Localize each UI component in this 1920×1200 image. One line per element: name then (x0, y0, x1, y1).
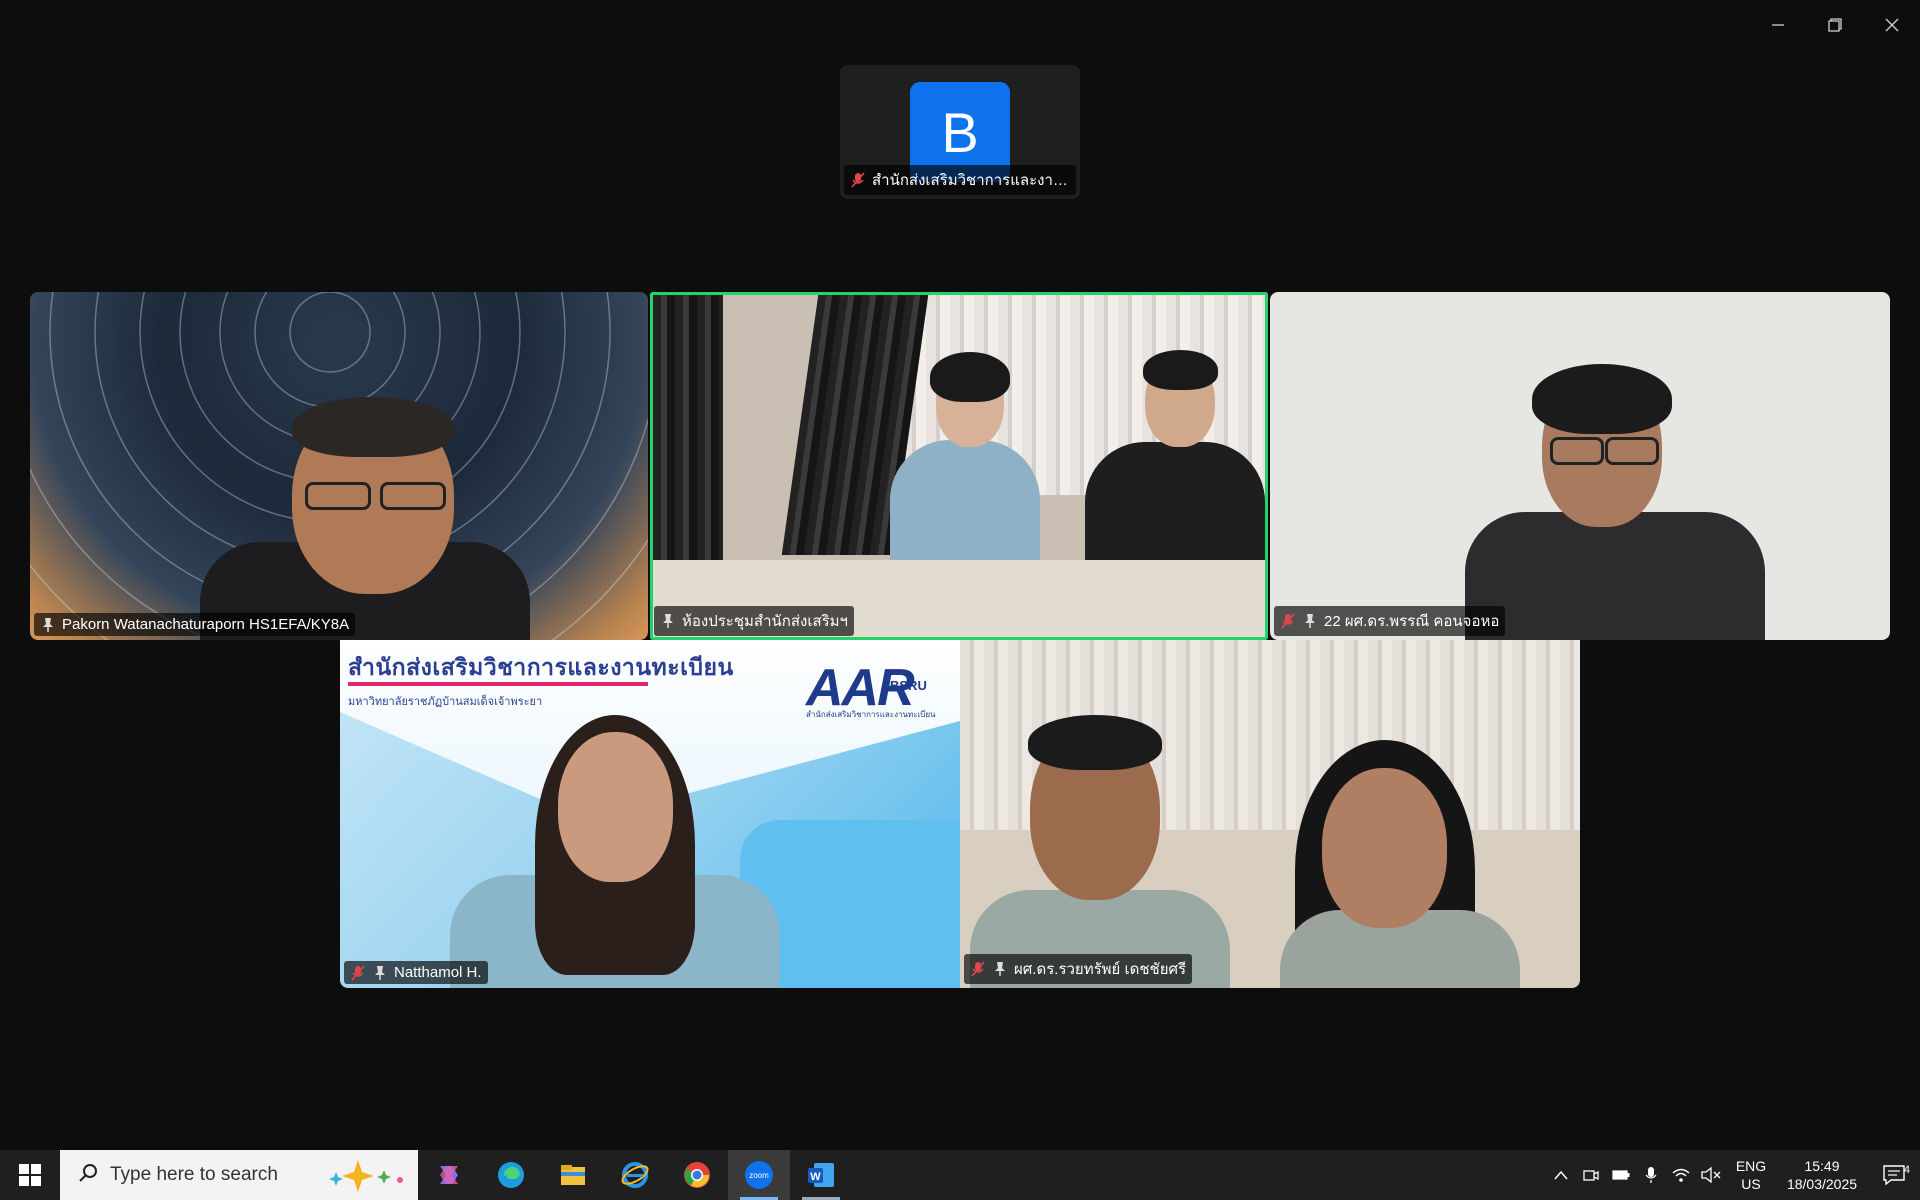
network-button[interactable] (1666, 1167, 1696, 1183)
sparkle-icon (328, 1158, 408, 1197)
zoom-button[interactable]: zoom (728, 1150, 790, 1200)
system-tray: ENG US 15:49 18/03/2025 4 (1546, 1150, 1920, 1200)
edge-icon (498, 1162, 524, 1188)
pin-icon (992, 961, 1008, 977)
pin-icon (1302, 613, 1318, 629)
clock-date: 18/03/2025 (1786, 1176, 1858, 1192)
search-icon (78, 1163, 98, 1188)
file-explorer-icon (561, 1165, 585, 1185)
notifications-button[interactable]: 4 (1868, 1164, 1920, 1185)
participant-name-tag: สำนักส่งเสริมวิชาการและงานทะเบี... (844, 165, 1076, 195)
banner-underline (348, 682, 648, 686)
participant-name: Natthamol H. (394, 964, 482, 981)
participant-tile-top[interactable]: B สำนักส่งเสริมวิชาการและงานทะเบี... (840, 65, 1080, 199)
minimize-icon (1771, 24, 1784, 26)
internet-explorer-icon (621, 1162, 649, 1188)
video-tile-4[interactable]: สำนักส่งเสริมวิชาการและงานทะเบียน มหาวิท… (340, 640, 960, 988)
meet-now-button[interactable] (1576, 1168, 1606, 1182)
participant-name-tag: 22 ผศ.ดร.พรรณี คอนจอหอ (1274, 606, 1506, 636)
participant-name-tag: ห้องประชุมสำนักส่งเสริมฯ (654, 606, 854, 636)
wifi-icon (1672, 1168, 1690, 1182)
chrome-icon (684, 1162, 710, 1188)
banner-subtitle: มหาวิทยาลัยราชภัฏบ้านสมเด็จเจ้าพระยา (348, 696, 543, 708)
svg-text:W: W (810, 1171, 821, 1183)
video-tile-2-active-speaker[interactable]: ห้องประชุมสำนักส่งเสริมฯ (650, 292, 1268, 640)
restore-button[interactable] (1806, 0, 1863, 50)
microphone-icon (1645, 1167, 1657, 1183)
start-button[interactable] (0, 1150, 60, 1200)
clock-time: 15:49 (1804, 1158, 1840, 1174)
aar-logo-sub: BSRU (890, 678, 927, 693)
word-icon: W (808, 1163, 834, 1187)
pin-icon (372, 965, 388, 981)
participant-name: ห้องประชุมสำนักส่งเสริมฯ (682, 613, 848, 630)
clock[interactable]: 15:49 18/03/2025 (1776, 1157, 1868, 1193)
video-tile-5[interactable]: ผศ.ดร.รวยทรัพย์ เดชชัยศรี (960, 640, 1580, 988)
close-icon (1885, 18, 1898, 32)
speaker-muted-icon (1701, 1167, 1721, 1183)
region-code: US (1741, 1176, 1761, 1192)
chrome-button[interactable] (666, 1150, 728, 1200)
svg-text:zoom: zoom (749, 1171, 769, 1180)
participant-name-tag: ผศ.ดร.รวยทรัพย์ เดชชัยศรี (964, 954, 1193, 984)
chevron-up-icon (1554, 1170, 1568, 1180)
participant-name-tag: Natthamol H. (344, 961, 488, 984)
input-language[interactable]: ENG US (1726, 1157, 1776, 1193)
video-tile-3[interactable]: 22 ผศ.ดร.พรรณี คอนจอหอ (1270, 292, 1890, 640)
participant-name-tag: Pakorn Watanachaturaporn HS1EFA/KY8A (34, 613, 356, 636)
battery-icon (1612, 1170, 1630, 1180)
participant-name: ผศ.ดร.รวยทรัพย์ เดชชัยศรี (1014, 961, 1187, 978)
banner-title: สำนักส่งเสริมวิชาการและงานทะเบียน (348, 654, 734, 680)
volume-button[interactable] (1696, 1167, 1726, 1183)
pin-icon (40, 617, 56, 633)
search-placeholder: Type here to search (110, 1164, 278, 1185)
edge-button[interactable] (480, 1150, 542, 1200)
show-hidden-icons-button[interactable] (1546, 1170, 1576, 1180)
close-button[interactable] (1863, 0, 1920, 50)
muted-mic-icon (1280, 613, 1296, 629)
windows-icon (19, 1164, 41, 1186)
taskbar: Type here to search zoom W ENG US 15:49 … (0, 1150, 1920, 1200)
microphone-button[interactable] (1636, 1166, 1666, 1184)
camera-icon (1583, 1170, 1599, 1181)
participant-name: สำนักส่งเสริมวิชาการและงานทะเบี... (872, 172, 1070, 189)
battery-button[interactable] (1606, 1169, 1636, 1181)
language-code: ENG (1735, 1158, 1767, 1174)
pin-icon (660, 613, 676, 629)
word-button[interactable]: W (790, 1150, 852, 1200)
restore-icon (1827, 18, 1842, 32)
copilot-button[interactable] (418, 1150, 480, 1200)
internet-explorer-button[interactable] (604, 1150, 666, 1200)
copilot-icon (440, 1166, 458, 1184)
notification-count: 4 (1903, 1164, 1910, 1176)
notification-icon (1883, 1165, 1905, 1185)
minimize-button[interactable] (1749, 0, 1806, 50)
muted-mic-icon (350, 964, 366, 981)
file-explorer-button[interactable] (542, 1150, 604, 1200)
taskbar-search[interactable]: Type here to search (60, 1150, 418, 1200)
aar-logo-caption: สำนักส่งเสริมวิชาการและงานทะเบียน (806, 710, 936, 719)
participant-name: Pakorn Watanachaturaporn HS1EFA/KY8A (62, 616, 350, 633)
window-controls (1749, 0, 1920, 50)
zoom-icon: zoom (745, 1161, 773, 1189)
muted-mic-icon (850, 172, 866, 188)
video-tile-1[interactable]: Pakorn Watanachaturaporn HS1EFA/KY8A (30, 292, 648, 640)
muted-mic-icon (970, 961, 986, 977)
participant-name: 22 ผศ.ดร.พรรณี คอนจอหอ (1324, 613, 1500, 630)
